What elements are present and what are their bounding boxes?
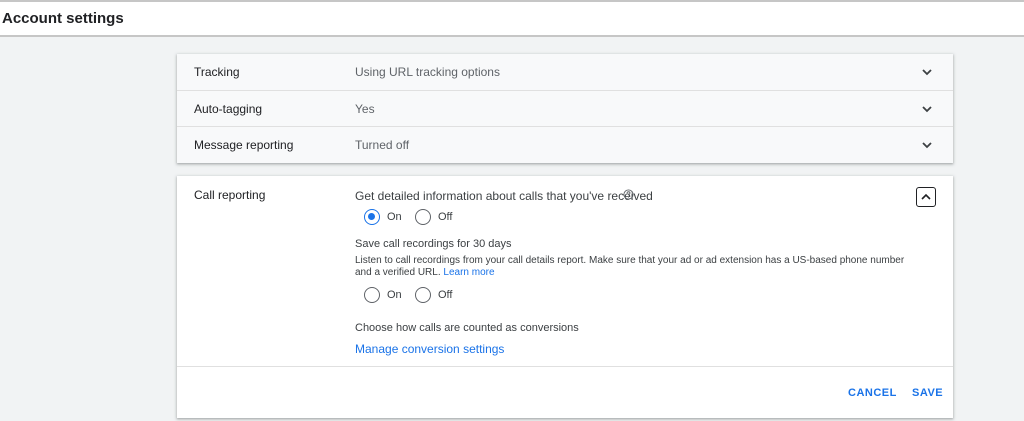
manage-conversion-settings-link[interactable]: Manage conversion settings bbox=[355, 342, 504, 356]
header-bar: Account settings bbox=[0, 0, 1024, 37]
call-reporting-card: Call reporting Get detailed information … bbox=[177, 176, 953, 418]
chevron-down-icon[interactable] bbox=[921, 103, 933, 115]
settings-collapsed-card: Tracking Using URL tracking options Auto… bbox=[177, 54, 953, 163]
save-button[interactable]: SAVE bbox=[912, 387, 943, 399]
recordings-radio-group: On Off bbox=[364, 287, 474, 305]
recordings-on-label[interactable]: On bbox=[387, 289, 402, 301]
tracking-row[interactable]: Tracking Using URL tracking options bbox=[177, 54, 953, 90]
recordings-description: Listen to call recordings from your call… bbox=[355, 255, 915, 279]
divider bbox=[177, 366, 953, 367]
learn-more-link[interactable]: Learn more bbox=[443, 267, 494, 278]
page-title: Account settings bbox=[2, 10, 124, 27]
tracking-label: Tracking bbox=[194, 65, 240, 79]
collapse-button[interactable] bbox=[916, 187, 936, 207]
call-reporting-label: Call reporting bbox=[194, 188, 266, 202]
chevron-down-icon[interactable] bbox=[921, 66, 933, 78]
recordings-title: Save call recordings for 30 days bbox=[355, 238, 512, 250]
recordings-off-label[interactable]: Off bbox=[438, 289, 452, 301]
call-info-on-radio[interactable] bbox=[364, 209, 380, 225]
message-reporting-row[interactable]: Message reporting Turned off bbox=[177, 126, 953, 162]
message-reporting-value: Turned off bbox=[355, 138, 410, 152]
recordings-on-radio[interactable] bbox=[364, 287, 380, 303]
recordings-off-radio[interactable] bbox=[415, 287, 431, 303]
help-circle-icon[interactable] bbox=[623, 189, 634, 200]
auto-tagging-row[interactable]: Auto-tagging Yes bbox=[177, 90, 953, 126]
chevron-up-icon bbox=[921, 193, 931, 200]
cancel-button[interactable]: CANCEL bbox=[848, 387, 897, 399]
auto-tagging-value: Yes bbox=[355, 102, 375, 116]
auto-tagging-label: Auto-tagging bbox=[194, 102, 263, 116]
recordings-description-text: Listen to call recordings from your call… bbox=[355, 255, 905, 278]
message-reporting-label: Message reporting bbox=[194, 138, 294, 152]
call-info-off-radio[interactable] bbox=[415, 209, 431, 225]
call-info-question: Get detailed information about calls tha… bbox=[355, 189, 653, 203]
call-info-radio-group: On Off bbox=[364, 209, 474, 227]
call-info-off-label[interactable]: Off bbox=[438, 211, 452, 223]
call-info-on-label[interactable]: On bbox=[387, 211, 402, 223]
conversions-text: Choose how calls are counted as conversi… bbox=[355, 322, 579, 334]
tracking-value: Using URL tracking options bbox=[355, 65, 500, 79]
chevron-down-icon[interactable] bbox=[921, 139, 933, 151]
